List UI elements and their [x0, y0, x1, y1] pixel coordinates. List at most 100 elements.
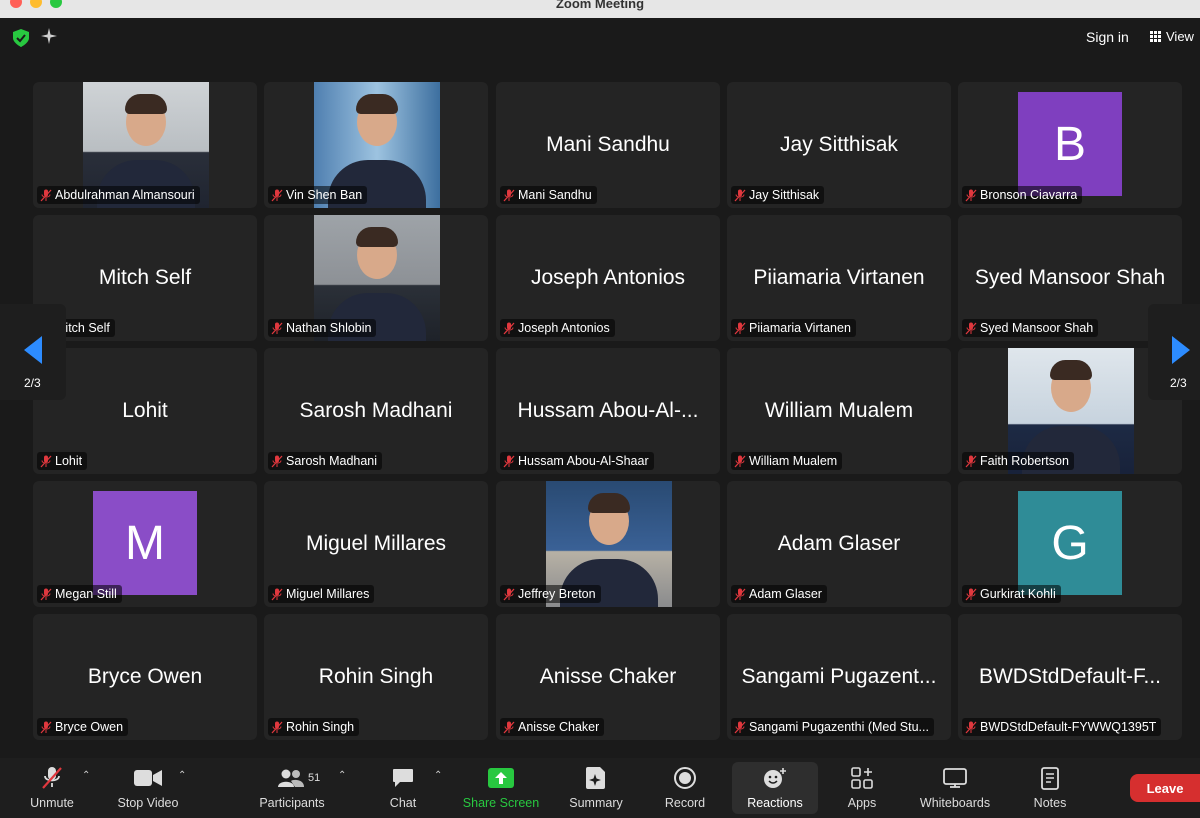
participant-tile[interactable]: Bryce Owen Bryce Owen	[33, 614, 257, 740]
participant-name-label: Abdulrahman Almansouri	[37, 186, 200, 204]
microphone-muted-icon	[271, 322, 283, 334]
microphone-muted-icon	[271, 721, 283, 733]
microphone-muted-icon	[965, 189, 977, 201]
participant-tile[interactable]: Adam Glaser Adam Glaser	[727, 481, 951, 607]
participant-tile[interactable]: William Mualem William Mualem	[727, 348, 951, 474]
participants-button[interactable]: 51 Participants	[252, 758, 332, 818]
reactions-button[interactable]: Reactions	[732, 762, 818, 814]
sparkle-icon[interactable]	[40, 27, 58, 45]
participant-tile[interactable]: Joseph Antonios Joseph Antonios	[496, 215, 720, 341]
chat-label: Chat	[389, 796, 417, 810]
person-hair-shape	[588, 493, 630, 513]
participant-name: Syed Mansoor Shah	[980, 321, 1094, 335]
participant-tile[interactable]: BWDStdDefault-F... BWDStdDefault-FYWWQ139…	[958, 614, 1182, 740]
microphone-muted-icon	[503, 588, 515, 600]
participant-tile[interactable]: Sarosh Madhani Sarosh Madhani	[264, 348, 488, 474]
person-hair-shape	[125, 94, 167, 114]
microphone-muted-icon	[503, 721, 515, 733]
participant-name: Mani Sandhu	[518, 188, 592, 202]
participant-tile[interactable]: Mitch Self Mitch Self	[33, 215, 257, 341]
participant-tile[interactable]: Lohit Lohit	[33, 348, 257, 474]
meeting-topbar: Sign in View	[0, 18, 1200, 58]
participant-tile[interactable]: G Gurkirat Kohli	[958, 481, 1182, 607]
chevron-right-icon	[1172, 336, 1190, 364]
participant-name-label: Adam Glaser	[731, 585, 827, 603]
avatar: B	[1018, 92, 1122, 196]
participant-tile[interactable]: Anisse Chaker Anisse Chaker	[496, 614, 720, 740]
view-button[interactable]: View	[1150, 29, 1194, 44]
participant-name: Jay Sitthisak	[749, 188, 820, 202]
participant-name-label: BWDStdDefault-FYWWQ1395T	[962, 718, 1162, 736]
participant-name-label: Miguel Millares	[268, 585, 375, 603]
participant-name-label: Sarosh Madhani	[268, 452, 383, 470]
apps-label: Apps	[847, 796, 877, 810]
whiteboards-button[interactable]: Whiteboards	[910, 758, 1000, 818]
microphone-muted-icon	[734, 721, 746, 733]
next-page-button[interactable]: 2/3	[1148, 304, 1200, 400]
participant-name-label: Syed Mansoor Shah	[962, 319, 1099, 337]
notes-icon	[1041, 767, 1059, 790]
participant-tile[interactable]: Vin Shen Ban	[264, 82, 488, 208]
participant-tile[interactable]: Piiamaria Virtanen Piiamaria Virtanen	[727, 215, 951, 341]
participant-tile[interactable]: Nathan Shlobin	[264, 215, 488, 341]
unmute-button[interactable]: Unmute	[20, 758, 84, 818]
microphone-muted-icon	[734, 588, 746, 600]
summary-button[interactable]: Summary	[562, 758, 630, 818]
participants-options-caret-icon[interactable]: ⌃	[338, 770, 346, 781]
participant-name: Jeffrey Breton	[518, 587, 596, 601]
participant-name: Megan Still	[55, 587, 117, 601]
participants-count: 51	[308, 772, 321, 784]
microphone-muted-icon	[734, 189, 746, 201]
participant-name-label: Mani Sandhu	[500, 186, 597, 204]
record-label: Record	[664, 796, 706, 810]
shield-icon[interactable]	[13, 29, 29, 47]
participant-name-label: Bronson Ciavarra	[962, 186, 1083, 204]
reactions-smiley-icon	[764, 768, 786, 788]
participant-tile[interactable]: Sangami Pugazent... Sangami Pugazenthi (M…	[727, 614, 951, 740]
video-options-caret-icon[interactable]: ⌃	[178, 770, 186, 781]
microphone-muted-icon	[965, 455, 977, 467]
sign-in-link[interactable]: Sign in	[1086, 29, 1129, 45]
microphone-muted-icon	[503, 189, 515, 201]
microphone-muted-icon	[734, 322, 746, 334]
participant-name-label: Gurkirat Kohli	[962, 585, 1061, 603]
stop-video-button[interactable]: Stop Video	[110, 758, 186, 818]
summary-label: Summary	[569, 796, 623, 810]
participant-tile[interactable]: Miguel Millares Miguel Millares	[264, 481, 488, 607]
notes-label: Notes	[1033, 796, 1067, 810]
participant-name-label: Anisse Chaker	[500, 718, 605, 736]
participant-tile[interactable]: Jeffrey Breton	[496, 481, 720, 607]
participant-tile[interactable]: Mani Sandhu Mani Sandhu	[496, 82, 720, 208]
participant-name: Vin Shen Ban	[286, 188, 363, 202]
participant-tile[interactable]: Jay Sitthisak Jay Sitthisak	[727, 82, 951, 208]
participant-name: Adam Glaser	[749, 587, 822, 601]
microphone-muted-icon	[965, 588, 977, 600]
participant-tile[interactable]: M Megan Still	[33, 481, 257, 607]
participant-name-label: Rohin Singh	[268, 718, 360, 736]
participant-name: Abdulrahman Almansouri	[55, 188, 195, 202]
audio-options-caret-icon[interactable]: ⌃	[82, 770, 90, 781]
avatar: M	[93, 491, 197, 595]
microphone-muted-icon	[503, 455, 515, 467]
participant-tile[interactable]: B Bronson Ciavarra	[958, 82, 1182, 208]
participant-name: Miguel Millares	[286, 587, 370, 601]
participant-name: Sarosh Madhani	[286, 454, 378, 468]
share-screen-button[interactable]: Share Screen	[456, 758, 546, 818]
microphone-muted-icon	[40, 588, 52, 600]
participant-tile[interactable]: Hussam Abou-Al-... Hussam Abou-Al-Shaar	[496, 348, 720, 474]
chat-button[interactable]: Chat	[378, 758, 428, 818]
apps-button[interactable]: Apps	[836, 758, 888, 818]
previous-page-button[interactable]: 2/3	[0, 304, 66, 400]
participant-name-label: Nathan Shlobin	[268, 319, 377, 337]
leave-button[interactable]: Leave	[1130, 774, 1200, 802]
page-indicator-left: 2/3	[24, 376, 41, 390]
participant-name: William Mualem	[749, 454, 838, 468]
microphone-muted-icon	[271, 455, 283, 467]
window-title: Zoom Meeting	[555, 0, 645, 11]
chevron-left-icon	[24, 336, 42, 364]
participant-tile[interactable]: Abdulrahman Almansouri	[33, 82, 257, 208]
record-button[interactable]: Record	[656, 758, 714, 818]
notes-button[interactable]: Notes	[1024, 758, 1076, 818]
chat-options-caret-icon[interactable]: ⌃	[434, 770, 442, 781]
participant-tile[interactable]: Rohin Singh Rohin Singh	[264, 614, 488, 740]
